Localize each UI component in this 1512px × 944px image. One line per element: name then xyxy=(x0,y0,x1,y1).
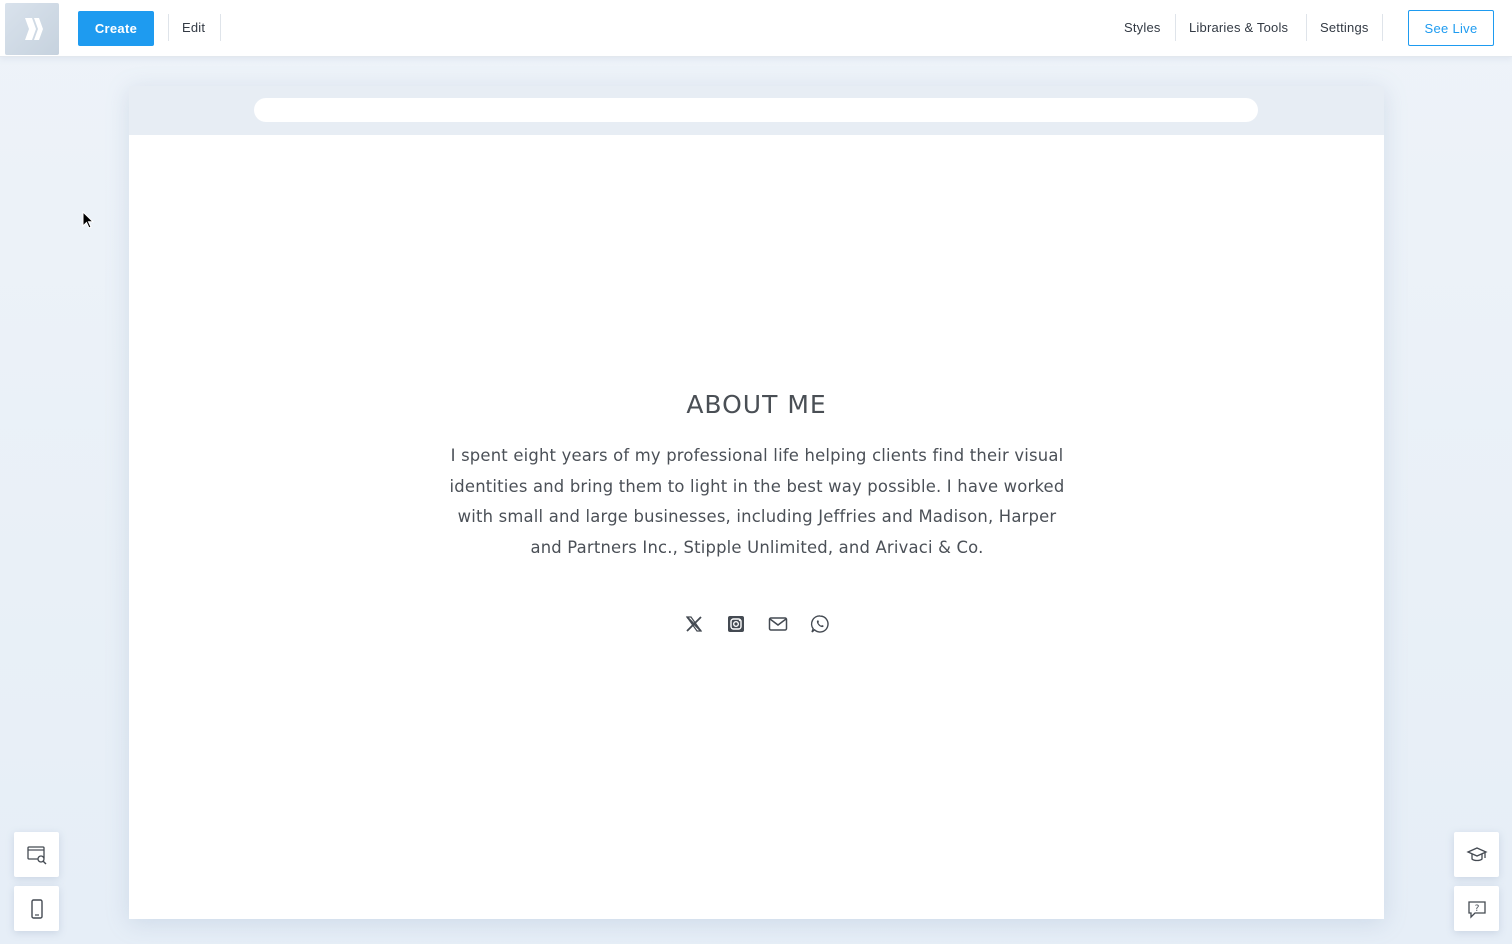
toolbar-divider xyxy=(168,14,169,41)
mobile-view-icon xyxy=(30,898,43,919)
mouse-cursor-icon xyxy=(82,211,94,229)
toolbar-divider xyxy=(1175,14,1176,41)
create-button[interactable]: Create xyxy=(78,11,154,46)
x-twitter-icon[interactable] xyxy=(682,612,706,636)
about-title[interactable]: ABOUT ME xyxy=(129,390,1384,419)
seo-preview-button[interactable] xyxy=(14,832,59,877)
social-links xyxy=(129,612,1384,636)
toolbar-divider xyxy=(1306,14,1307,41)
email-icon[interactable] xyxy=(766,612,790,636)
toolbar-divider xyxy=(220,14,221,41)
toolbar-divider xyxy=(1382,14,1383,41)
site-preview-frame: ABOUT ME I spent eight years of my profe… xyxy=(129,86,1384,919)
brand-logo-icon xyxy=(25,18,43,40)
edit-menu[interactable]: Edit xyxy=(182,20,205,35)
brand-logo[interactable] xyxy=(5,3,59,55)
svg-text:?: ? xyxy=(1474,904,1479,914)
mobile-view-button[interactable] xyxy=(14,886,59,931)
seo-preview-icon xyxy=(26,845,46,864)
academy-icon xyxy=(1465,846,1488,861)
styles-menu[interactable]: Styles xyxy=(1124,20,1161,35)
browser-chrome xyxy=(129,86,1384,135)
instagram-icon[interactable] xyxy=(724,612,748,636)
academy-button[interactable] xyxy=(1454,832,1499,877)
help-button[interactable]: ? xyxy=(1454,886,1499,931)
help-icon: ? xyxy=(1467,900,1486,919)
whatsapp-icon[interactable] xyxy=(808,612,832,636)
libraries-tools-menu[interactable]: Libraries & Tools xyxy=(1189,20,1288,35)
about-text[interactable]: I spent eight years of my professional l… xyxy=(447,441,1067,564)
see-live-button[interactable]: See Live xyxy=(1408,10,1494,46)
settings-menu[interactable]: Settings xyxy=(1320,20,1369,35)
address-bar xyxy=(254,98,1258,122)
about-section[interactable]: ABOUT ME I spent eight years of my profe… xyxy=(129,135,1384,919)
top-toolbar: Create Edit Styles Libraries & Tools Set… xyxy=(0,0,1512,57)
